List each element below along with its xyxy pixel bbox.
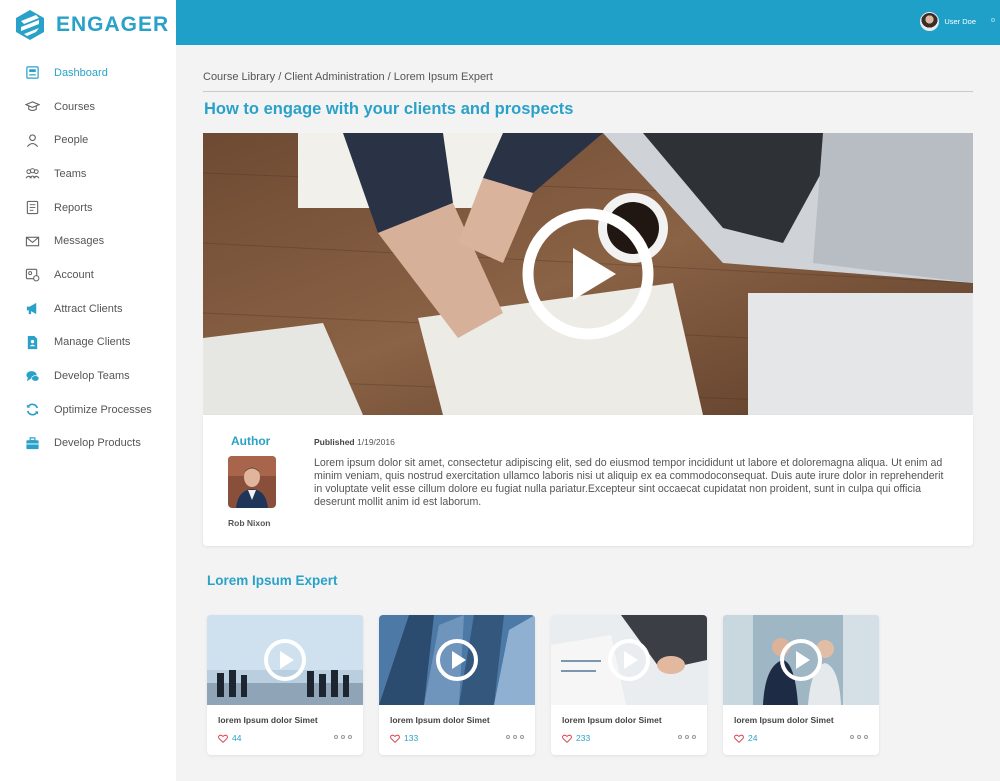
- sidebar-item-account[interactable]: Account: [0, 258, 176, 292]
- envelope-icon: [24, 233, 40, 249]
- page-title: How to engage with your clients and pros…: [204, 100, 574, 118]
- top-header: User Doe: [176, 0, 1000, 45]
- engager-logo-icon: [16, 10, 44, 40]
- like-count: 233: [576, 733, 591, 743]
- report-icon: [24, 200, 40, 216]
- sidebar-item-label: Courses: [54, 100, 95, 113]
- sidebar-item-label: Develop Teams: [54, 370, 130, 383]
- video-thumbnail[interactable]: [379, 615, 535, 705]
- video-poster-image: [203, 133, 973, 415]
- sidebar-item-manage-clients[interactable]: Manage Clients: [0, 326, 176, 360]
- video-title[interactable]: lorem Ipsum dolor Simet: [218, 715, 318, 725]
- user-menu[interactable]: User Doe: [920, 12, 976, 31]
- sidebar-item-dashboard[interactable]: Dashboard: [0, 56, 176, 90]
- sidebar: ENGAGER Dashboard Courses People Teams R…: [0, 0, 176, 781]
- sidebar-item-develop-teams[interactable]: Develop Teams: [0, 359, 176, 393]
- sidebar-item-label: Dashboard: [54, 66, 108, 79]
- graduation-cap-icon: [24, 99, 40, 115]
- course-info-card: Author Rob Nixon Published 1/19/2016 Lor…: [203, 415, 973, 546]
- like-count: 133: [404, 733, 419, 743]
- breadcrumb-divider: [203, 91, 973, 92]
- more-options-icon[interactable]: [850, 735, 868, 739]
- heart-icon: [218, 734, 228, 743]
- sidebar-nav: Dashboard Courses People Teams Reports M…: [0, 56, 176, 460]
- like-button[interactable]: 44: [218, 733, 241, 743]
- avatar: [920, 12, 940, 31]
- team-icon: [24, 166, 40, 182]
- like-button[interactable]: 133: [390, 733, 418, 743]
- like-button[interactable]: 233: [562, 733, 590, 743]
- like-count: 44: [232, 733, 242, 743]
- video-thumbnail[interactable]: [551, 615, 707, 705]
- heart-icon: [562, 734, 572, 743]
- video-title[interactable]: lorem Ipsum dolor Simet: [734, 715, 834, 725]
- video-thumbnail[interactable]: [207, 615, 363, 705]
- video-card[interactable]: lorem Ipsum dolor Simet 44: [207, 615, 363, 755]
- more-options-icon[interactable]: [678, 735, 696, 739]
- section-title: Lorem Ipsum Expert: [207, 573, 338, 588]
- sidebar-item-develop-products[interactable]: Develop Products: [0, 427, 176, 461]
- sidebar-item-label: Reports: [54, 201, 93, 214]
- person-icon: [24, 132, 40, 148]
- sidebar-item-courses[interactable]: Courses: [0, 90, 176, 124]
- video-card[interactable]: lorem Ipsum dolor Simet 233: [551, 615, 707, 755]
- sidebar-item-reports[interactable]: Reports: [0, 191, 176, 225]
- sidebar-item-label: Optimize Processes: [54, 403, 152, 416]
- video-thumbnail[interactable]: [723, 615, 879, 705]
- heart-icon: [390, 734, 400, 743]
- client-file-icon: [24, 334, 40, 350]
- more-options-icon[interactable]: [334, 735, 352, 739]
- sidebar-item-label: People: [54, 134, 89, 147]
- author-photo: [228, 456, 276, 508]
- sidebar-item-label: Manage Clients: [54, 336, 131, 349]
- like-count: 24: [748, 733, 758, 743]
- sidebar-item-attract-clients[interactable]: Attract Clients: [0, 292, 176, 326]
- published-date: 1/19/2016: [357, 437, 395, 447]
- sidebar-item-messages[interactable]: Messages: [0, 224, 176, 258]
- user-name: User Doe: [944, 17, 976, 26]
- sidebar-item-people[interactable]: People: [0, 123, 176, 157]
- video-title[interactable]: lorem Ipsum dolor Simet: [562, 715, 662, 725]
- author-name: Rob Nixon: [228, 518, 271, 528]
- brand-name: ENGAGER: [56, 13, 170, 36]
- heart-icon: [734, 734, 744, 743]
- main-video-player[interactable]: [203, 133, 973, 415]
- dashboard-icon: [24, 65, 40, 81]
- video-card[interactable]: lorem Ipsum dolor Simet 133: [379, 615, 535, 755]
- account-icon: [24, 267, 40, 283]
- author-heading: Author: [231, 434, 271, 448]
- sidebar-item-teams[interactable]: Teams: [0, 157, 176, 191]
- more-options-icon[interactable]: [506, 735, 524, 739]
- course-description: Lorem ipsum dolor sit amet, consectetur …: [314, 457, 944, 508]
- header-menu-icon[interactable]: [991, 18, 995, 22]
- published-label: Published: [314, 437, 355, 447]
- sidebar-item-optimize-processes[interactable]: Optimize Processes: [0, 393, 176, 427]
- logo[interactable]: ENGAGER: [0, 2, 176, 48]
- published-info: Published 1/19/2016: [314, 437, 395, 447]
- chat-bubbles-icon: [24, 368, 40, 384]
- video-title[interactable]: lorem Ipsum dolor Simet: [390, 715, 490, 725]
- like-button[interactable]: 24: [734, 733, 757, 743]
- breadcrumb[interactable]: Course Library / Client Administration /…: [203, 71, 493, 83]
- sync-icon: [24, 402, 40, 418]
- briefcase-icon: [24, 435, 40, 451]
- megaphone-icon: [24, 301, 40, 317]
- video-card[interactable]: lorem Ipsum dolor Simet 24: [723, 615, 879, 755]
- sidebar-item-label: Account: [54, 268, 94, 281]
- sidebar-item-label: Attract Clients: [54, 302, 123, 315]
- sidebar-item-label: Teams: [54, 167, 87, 180]
- sidebar-item-label: Develop Products: [54, 437, 141, 450]
- sidebar-item-label: Messages: [54, 235, 105, 248]
